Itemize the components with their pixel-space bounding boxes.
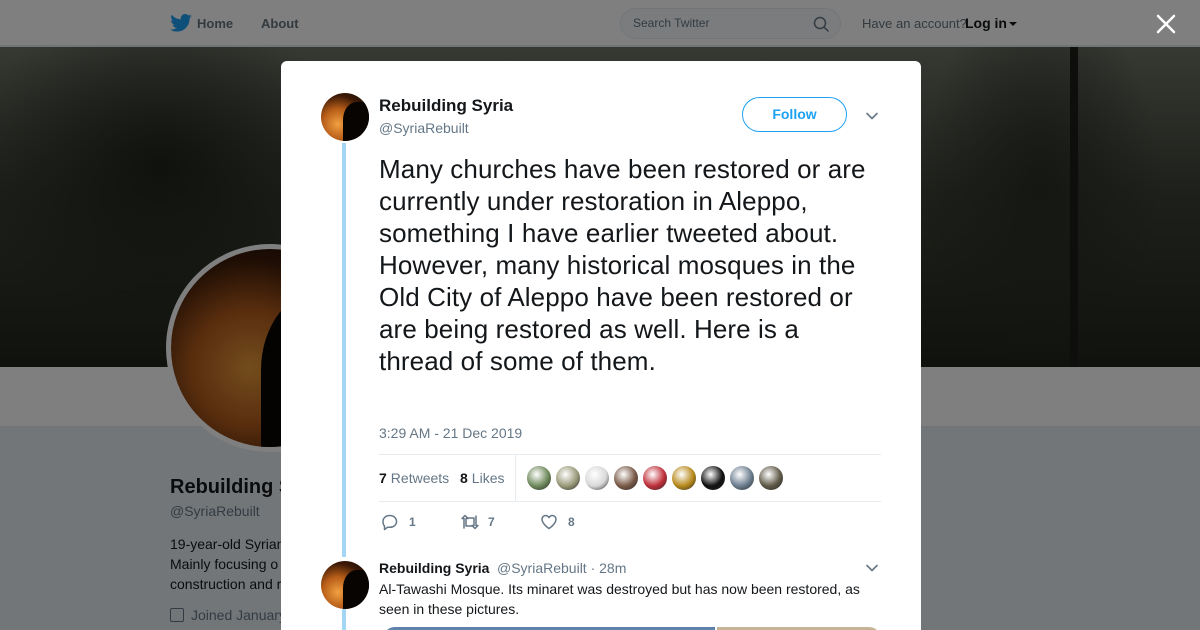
likes-count: 8: [460, 470, 468, 486]
like-count: 8: [568, 515, 575, 529]
close-icon[interactable]: [1155, 13, 1177, 35]
retweets-stat[interactable]: 7 Retweets: [379, 470, 449, 486]
liker-avatar[interactable]: [556, 466, 580, 490]
reply-author-avatar[interactable]: [321, 561, 369, 609]
avatar-silhouette: [343, 570, 369, 609]
thread-connector: [342, 609, 346, 630]
likes-label: Likes: [471, 470, 505, 486]
reply-count: 1: [409, 515, 416, 529]
retweet-icon: [461, 514, 479, 530]
stats-divider: [515, 455, 516, 502]
tweet-author-name[interactable]: Rebuilding Syria: [379, 96, 513, 116]
liker-avatar[interactable]: [643, 466, 667, 490]
likes-stat[interactable]: 8 Likes: [460, 470, 504, 486]
heart-icon: [541, 514, 557, 530]
liker-avatar[interactable]: [614, 466, 638, 490]
tweet-stats: 7 Retweets 8 Likes: [379, 454, 881, 502]
tweet-timestamp[interactable]: 3:29 AM - 21 Dec 2019: [379, 425, 522, 441]
tweet-actions: 1 7 8: [381, 513, 681, 533]
reply-icon: [382, 514, 398, 531]
liker-avatar[interactable]: [730, 466, 754, 490]
liker-avatar[interactable]: [527, 466, 551, 490]
tweet-text: Many churches have been restored or are …: [379, 154, 866, 376]
retweet-count: 7: [488, 515, 495, 529]
retweets-count: 7: [379, 470, 387, 486]
follow-button[interactable]: Follow: [742, 97, 847, 132]
avatar-silhouette: [343, 102, 369, 141]
tweet-modal: Rebuilding Syria @SyriaRebuilt Follow Ma…: [281, 61, 921, 630]
chevron-down-icon[interactable]: [866, 110, 878, 122]
like-button[interactable]: 8: [540, 513, 575, 533]
tweet-author-avatar[interactable]: [321, 93, 369, 141]
liker-avatar[interactable]: [672, 466, 696, 490]
liker-avatar[interactable]: [701, 466, 725, 490]
reply-button[interactable]: 1: [381, 513, 416, 533]
liker-avatar[interactable]: [585, 466, 609, 490]
retweets-label: Retweets: [390, 470, 450, 486]
tweet-author-handle[interactable]: @SyriaRebuilt: [379, 120, 469, 136]
reply-text: Al-Tawashi Mosque. Its minaret was destr…: [379, 581, 860, 617]
chevron-down-icon[interactable]: [866, 562, 878, 574]
reply-meta[interactable]: @SyriaRebuilt · 28m: [497, 560, 626, 576]
thread-connector: [342, 143, 346, 557]
liker-avatar[interactable]: [759, 466, 783, 490]
reply-author-name[interactable]: Rebuilding Syria: [379, 560, 489, 576]
retweet-button[interactable]: 7: [460, 513, 495, 533]
